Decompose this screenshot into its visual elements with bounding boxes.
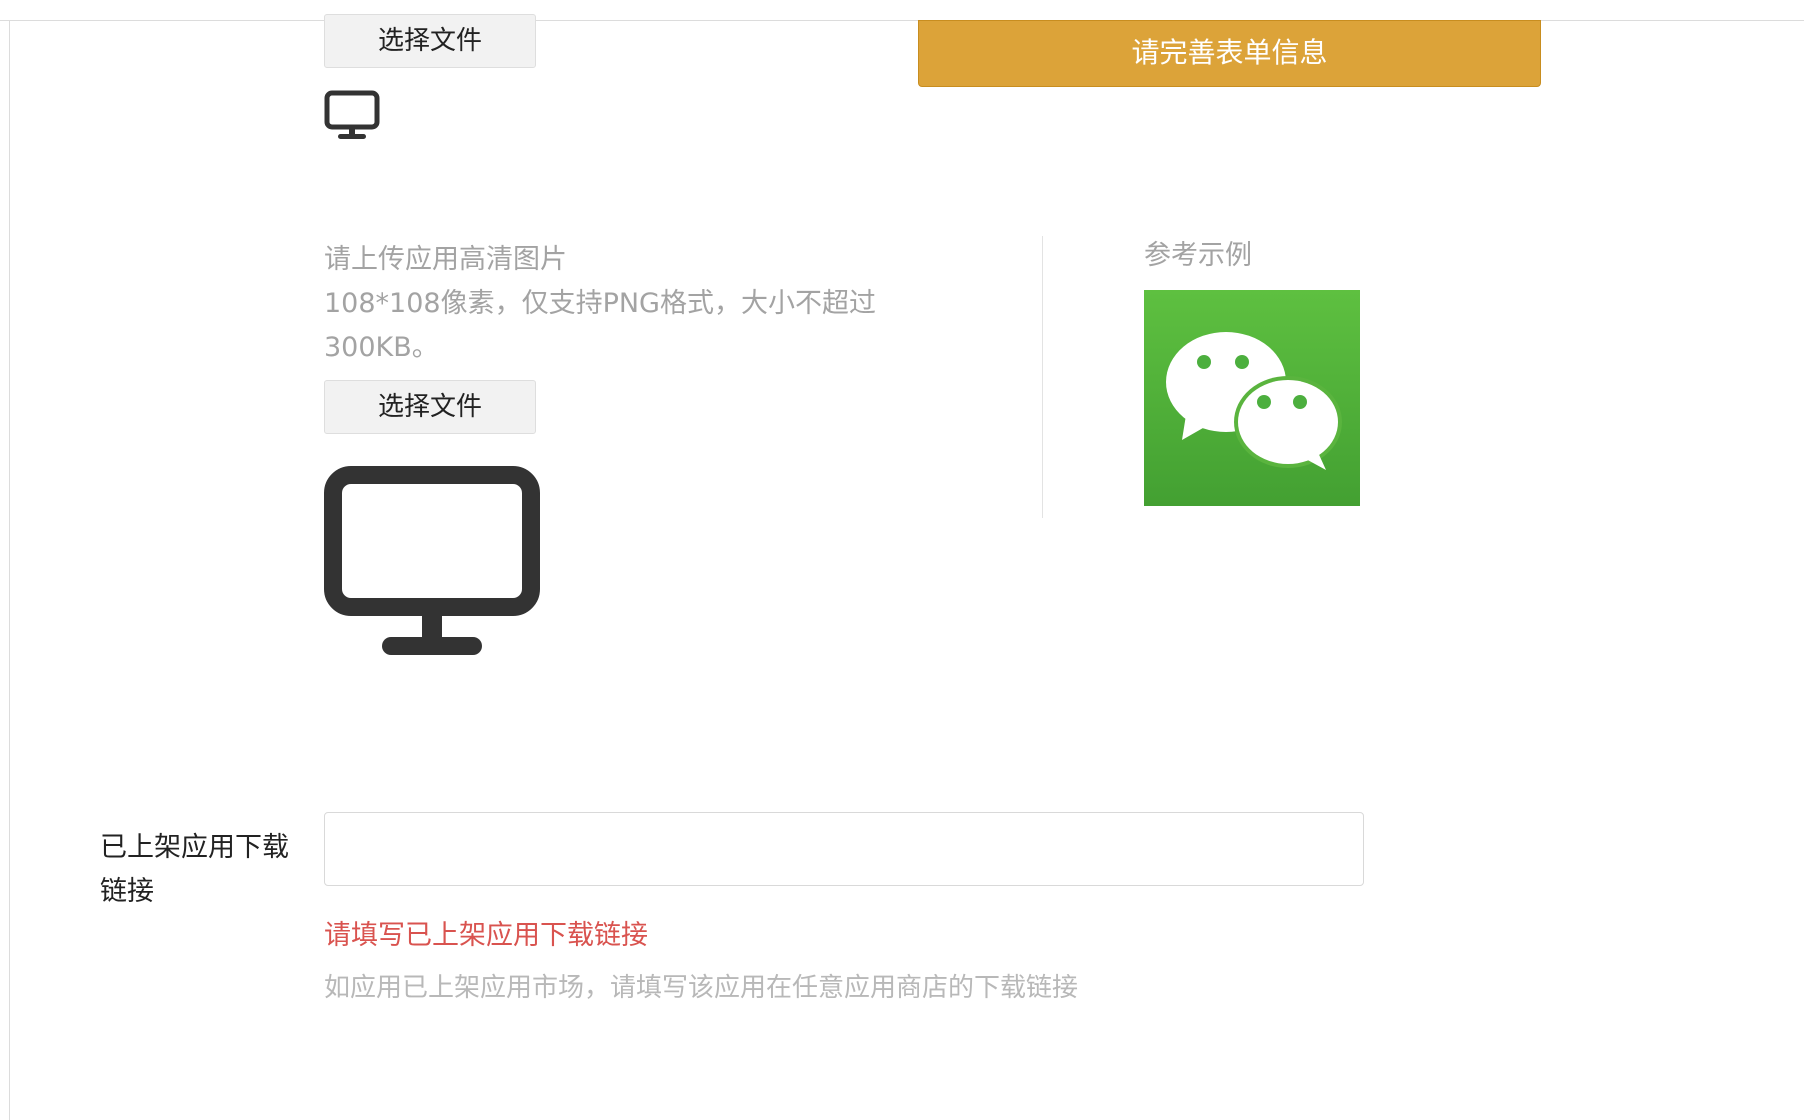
download-link-help: 如应用已上架应用市场，请填写该应用在任意应用商店的下载链接 [324,973,1079,1003]
choose-file-button-hd[interactable]: 选择文件 [324,380,536,434]
left-divider [9,20,10,1120]
download-link-label-line2: 链接 [100,876,154,907]
upload-hint-title: 请上传应用高清图片 [324,244,567,275]
choose-file-button-top[interactable]: 选择文件 [324,14,536,68]
download-link-label: 已上架应用下载 链接 [100,826,310,914]
download-link-input[interactable] [324,812,1364,886]
upload-hint-desc-2: 300KB。 [324,332,439,363]
upload-hint-desc-1: 108*108像素，仅支持PNG格式，大小不超过 [324,288,876,319]
section-divider [1042,236,1043,518]
wechat-logo-icon [1144,290,1360,506]
monitor-icon [324,90,380,139]
upload-hint: 请上传应用高清图片 108*108像素，仅支持PNG格式，大小不超过 300KB… [324,238,944,370]
complete-form-button[interactable]: 请完善表单信息 [918,20,1541,87]
download-link-label-line1: 已上架应用下载 [100,832,289,863]
monitor-icon [324,466,540,655]
download-link-error: 请填写已上架应用下载链接 [324,920,648,951]
example-label: 参考示例 [1144,240,1252,271]
